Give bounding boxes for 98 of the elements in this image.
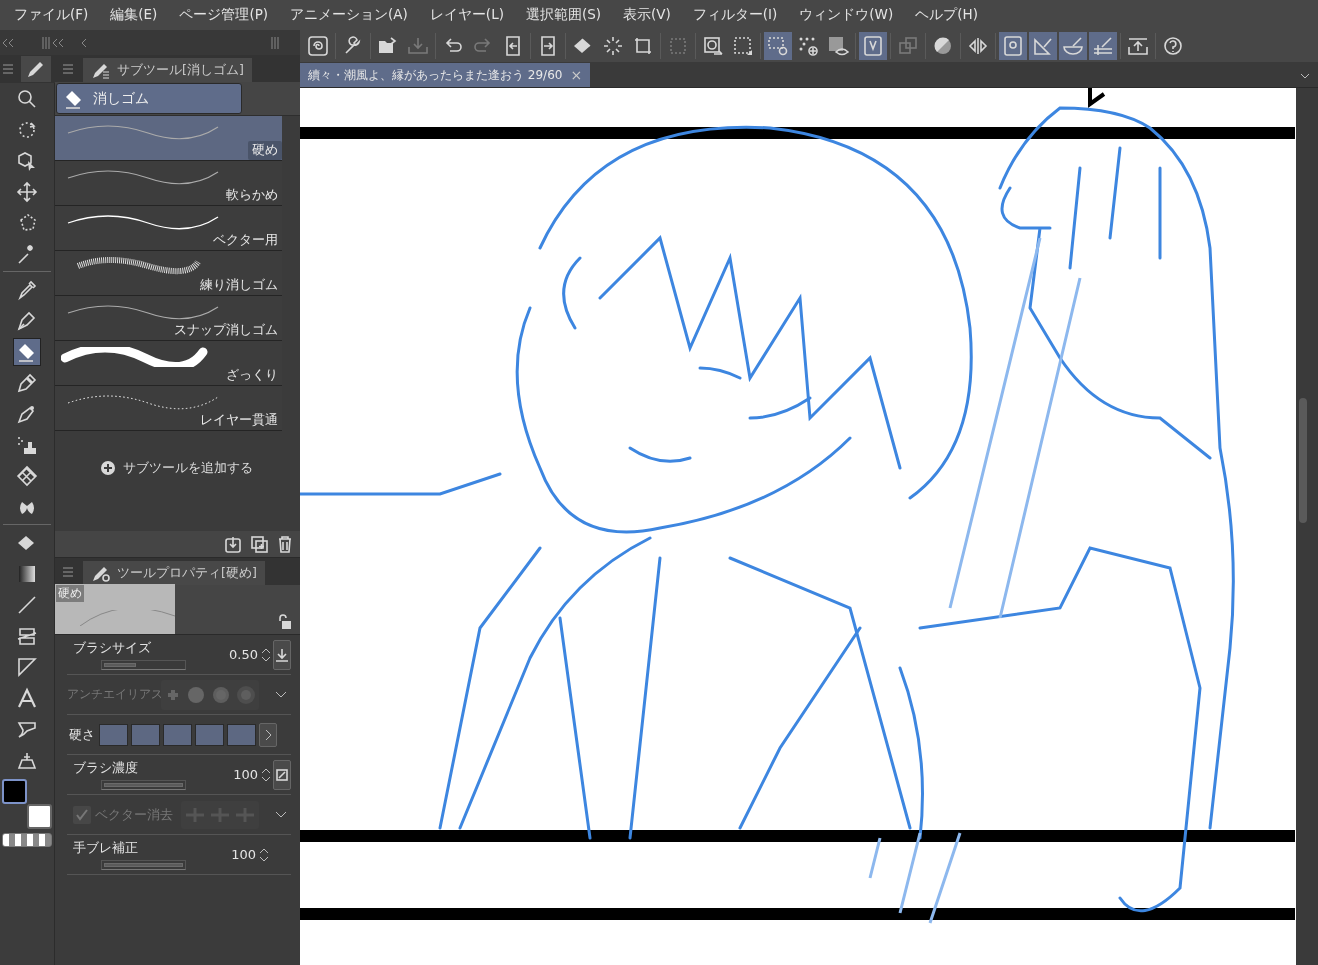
panel-title: ツールプロパティ[硬め] [117, 564, 257, 582]
sub-color-swatch[interactable] [27, 804, 52, 829]
trash-icon [276, 535, 294, 553]
scrollbar-thumb[interactable] [1299, 398, 1307, 523]
pressure-button[interactable] [273, 759, 291, 790]
panel-corner-mark [1088, 88, 1106, 108]
move-arrows-icon [16, 180, 38, 203]
menu-item[interactable]: レイヤー(L) [421, 6, 518, 24]
add-subtool-button[interactable]: サブツールを追加する [97, 457, 257, 479]
main-color-swatch[interactable] [2, 779, 27, 804]
half-circle-icon [932, 35, 954, 57]
duplicate-button[interactable] [248, 533, 270, 555]
bowl-pen-button[interactable] [1059, 32, 1087, 60]
next-button[interactable] [259, 722, 277, 747]
menu-item[interactable]: フィルター(I) [684, 6, 792, 24]
letter-icon [16, 686, 38, 709]
panel-grip-icon[interactable] [271, 36, 279, 49]
collapse-icon[interactable] [52, 37, 64, 48]
property-label: ブラシ濃度 [73, 759, 139, 777]
slider-track[interactable] [101, 660, 186, 670]
pencil-icon[interactable] [20, 56, 51, 82]
chevron-right-icon [264, 728, 272, 741]
spinner-icon[interactable] [261, 647, 271, 662]
property-label: ブラシサイズ [73, 639, 152, 657]
card-button[interactable] [859, 32, 887, 60]
menu-item[interactable]: ヘルプ(H) [907, 6, 992, 24]
slashed-square-icon [276, 768, 288, 781]
crop-frame-icon [632, 35, 654, 57]
subtool-group-button[interactable]: 消しゴム [56, 83, 242, 114]
property-value: 100 [231, 847, 256, 862]
menu-item[interactable]: ページ管理(P) [171, 6, 283, 24]
download-icon [275, 647, 289, 662]
property-label: 硬さ [69, 725, 96, 744]
selection-rect-icon [667, 35, 689, 57]
caret-icon[interactable] [275, 691, 287, 698]
chevron-left-icon[interactable] [80, 37, 87, 48]
selection-swap-icon [702, 35, 724, 57]
property-value: 0.50 [229, 647, 258, 662]
panel-tab[interactable]: サブツール[消しゴム] [83, 58, 252, 82]
plus-circle-icon [101, 461, 115, 475]
line-icon [16, 593, 38, 616]
caret-icon[interactable] [275, 811, 287, 818]
deselect-icon [732, 35, 754, 57]
card-icon [862, 35, 884, 57]
hardness-step[interactable] [99, 723, 128, 746]
hardness-step[interactable] [131, 723, 160, 746]
menu-item[interactable]: 編集(E) [102, 6, 172, 24]
spinner-icon[interactable] [261, 767, 271, 782]
save-icon [407, 35, 429, 57]
unlock-icon[interactable] [277, 614, 292, 630]
spinner-icon[interactable] [259, 847, 269, 862]
app-logo-icon [307, 35, 329, 57]
dropdown-icon[interactable] [1300, 73, 1310, 79]
triangle-ruler-icon [16, 655, 38, 678]
pressure-button[interactable] [273, 639, 291, 670]
menu-item[interactable]: アニメーション(A) [282, 6, 422, 24]
tool-panel-tab[interactable] [0, 55, 55, 83]
eraser-tool[interactable] [13, 337, 41, 366]
dots-eye-icon [827, 35, 849, 57]
cube-cursor-icon [16, 149, 38, 172]
loading-dots-icon [602, 35, 624, 57]
menu-item[interactable]: 選択範囲(S) [517, 6, 616, 24]
menu-item[interactable]: 表示(V) [615, 6, 685, 24]
bowl-pen-icon [1062, 35, 1084, 57]
document-tab[interactable]: 續々・潮風よ、縁があったらまた逢おう 29/60 × [300, 63, 591, 87]
duplicate-icon [250, 535, 268, 553]
ruler-pen-icon [1032, 35, 1054, 57]
help-icon [1162, 35, 1184, 57]
upload-tray-icon [1127, 35, 1149, 57]
eyedropper-icon [16, 278, 38, 301]
subtool-item[interactable]: 硬め [55, 116, 282, 161]
pattern-icon [16, 464, 38, 487]
slider-fill[interactable] [104, 663, 136, 667]
menu-item[interactable]: ファイル(F) [6, 6, 103, 24]
hardness-step[interactable] [195, 723, 224, 746]
pen-nib-icon [16, 309, 38, 332]
flip-icon [967, 35, 989, 57]
hardness-step[interactable] [227, 723, 256, 746]
selection-gear-icon [767, 35, 789, 57]
menu-item[interactable]: ウィンドウ(W) [791, 6, 908, 24]
import-icon [224, 535, 242, 553]
collapse-icon[interactable] [2, 37, 14, 48]
dots-plus-icon [797, 35, 819, 57]
selection-gear-button[interactable] [764, 32, 792, 60]
marker-icon [16, 371, 38, 394]
transparent-color-swatch[interactable] [2, 833, 52, 847]
ruler-pen-button[interactable] [1029, 32, 1057, 60]
hardness-step[interactable] [163, 723, 192, 746]
grid-pen-icon [1092, 35, 1114, 57]
panel-grip-icon[interactable] [42, 36, 50, 49]
property-value: 100 [233, 767, 258, 782]
preview-label: 硬め [56, 585, 84, 602]
panel-tab[interactable]: ツールプロパティ[硬め] [83, 561, 265, 585]
duplicate-icon [897, 35, 919, 57]
magnifier-icon [16, 87, 38, 110]
panel-title: サブツール[消しゴム] [117, 61, 244, 79]
property-label: 手ブレ補正 [73, 839, 139, 857]
grid-pen-button[interactable] [1089, 32, 1117, 60]
